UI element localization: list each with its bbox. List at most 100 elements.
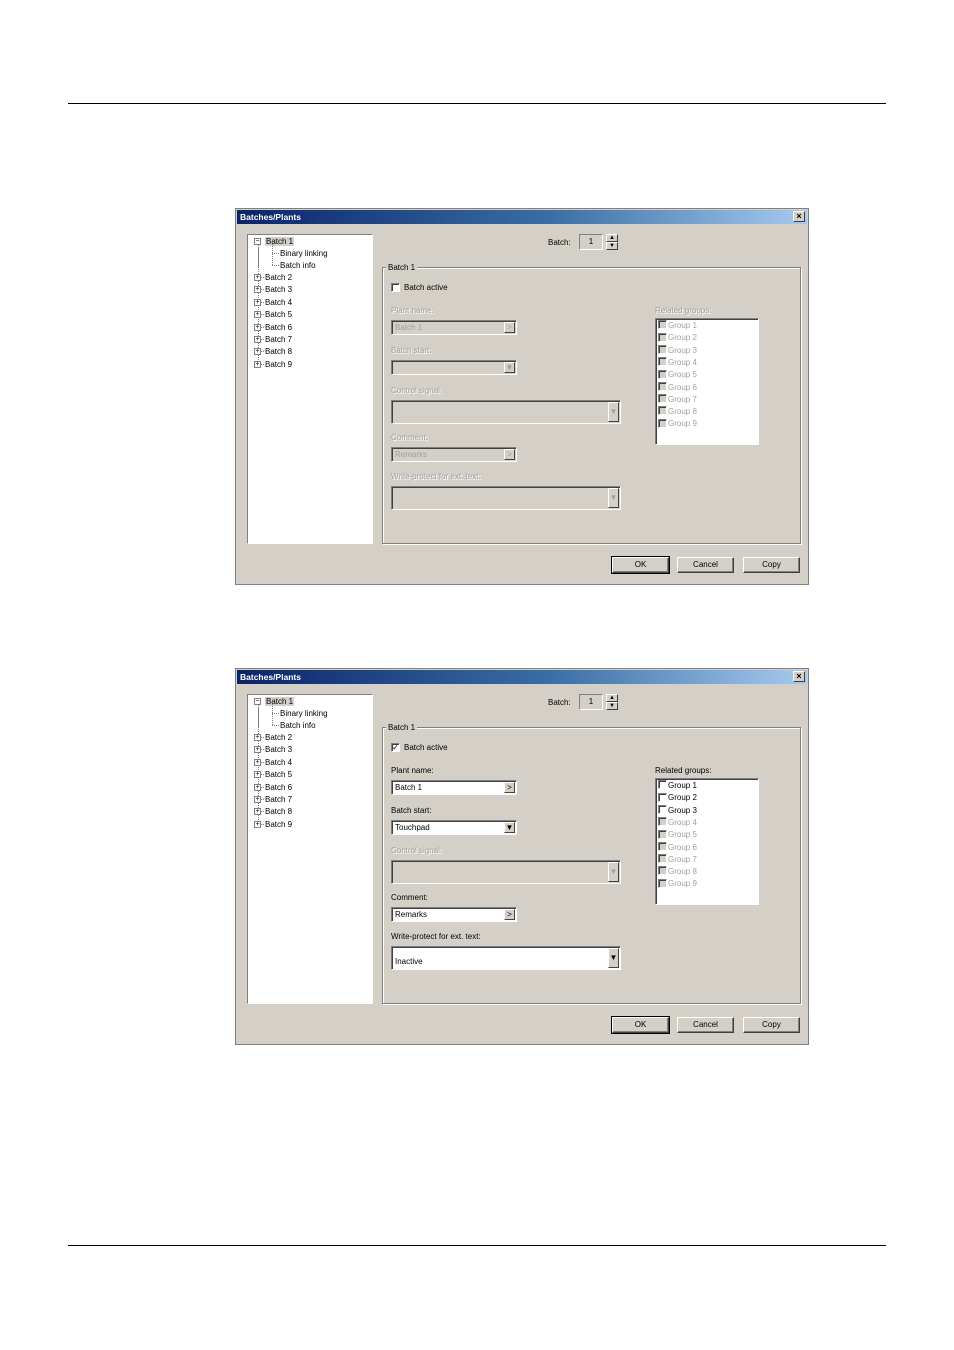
- expand-icon[interactable]: [254, 336, 261, 343]
- expand-icon[interactable]: [254, 820, 261, 828]
- group-item[interactable]: Group 1: [658, 320, 697, 332]
- expand-icon[interactable]: [254, 274, 261, 281]
- copy-button[interactable]: Copy: [743, 557, 800, 573]
- expand-icon[interactable]: [254, 323, 261, 331]
- group-checkbox[interactable]: [658, 406, 667, 416]
- group-item[interactable]: Group 7: [658, 394, 697, 406]
- expand-icon[interactable]: [254, 783, 261, 791]
- tree-item-batch-7[interactable]: Batch 7: [265, 334, 292, 345]
- batch-tree[interactable]: Batch 1Binary linkingBatch infoBatch 2Ba…: [247, 694, 373, 1004]
- group-checkbox[interactable]: [658, 418, 667, 428]
- expand-icon[interactable]: [254, 771, 261, 779]
- group-item[interactable]: Group 6: [658, 841, 697, 854]
- group-checkbox[interactable]: [658, 866, 667, 876]
- tree-item-batch-3[interactable]: Batch 3: [265, 284, 292, 295]
- group-checkbox[interactable]: [658, 780, 667, 790]
- ok-button[interactable]: OK: [611, 1016, 670, 1034]
- related-groups-list[interactable]: Group 1 Group 2 Group 3 Group 4 Group 5 Group…: [655, 318, 759, 445]
- group-checkbox[interactable]: [658, 332, 667, 342]
- tree-item-batch-2[interactable]: Batch 2: [265, 732, 292, 743]
- ok-button[interactable]: OK: [611, 556, 670, 574]
- group-checkbox[interactable]: [658, 320, 667, 330]
- group-item[interactable]: Group 2: [658, 332, 697, 344]
- comment-field[interactable]: Remarks >: [391, 907, 517, 922]
- tree-item-binary-linking[interactable]: Binary linking: [280, 708, 328, 719]
- tree-item-batch-1[interactable]: Batch 1: [265, 696, 295, 707]
- plant-name-button[interactable]: >: [504, 782, 515, 793]
- control-signal-field[interactable]: ▼: [391, 400, 621, 424]
- spinner-up-button[interactable]: ▲: [606, 694, 618, 702]
- control-signal-button[interactable]: ▼: [608, 402, 619, 422]
- tree-item-batch-2[interactable]: Batch 2: [265, 272, 292, 283]
- comment-field[interactable]: Remarks >: [391, 447, 517, 462]
- plant-name-field[interactable]: Batch 1 >: [391, 780, 517, 795]
- group-item[interactable]: Group 4: [658, 357, 697, 369]
- collapse-icon[interactable]: [254, 698, 261, 705]
- group-checkbox[interactable]: [658, 829, 667, 839]
- expand-icon[interactable]: [254, 808, 261, 816]
- group-item[interactable]: Group 6: [658, 381, 697, 394]
- write-protect-field[interactable]: ▼: [391, 486, 621, 510]
- expand-icon[interactable]: [254, 796, 261, 803]
- cancel-button[interactable]: Cancel: [677, 557, 734, 573]
- batch-start-button[interactable]: ▼: [504, 822, 515, 833]
- group-checkbox[interactable]: [658, 854, 667, 864]
- comment-button[interactable]: >: [504, 449, 515, 460]
- tree-item-batch-4[interactable]: Batch 4: [265, 297, 292, 308]
- group-checkbox[interactable]: [658, 841, 667, 851]
- collapse-icon[interactable]: [254, 238, 261, 245]
- cancel-button[interactable]: Cancel: [677, 1017, 734, 1033]
- tree-item-batch-9[interactable]: Batch 9: [265, 359, 292, 370]
- batch-start-field[interactable]: ▼: [391, 360, 517, 375]
- group-checkbox[interactable]: [658, 817, 667, 827]
- expand-icon[interactable]: [254, 348, 261, 356]
- tree-item-batch-8[interactable]: Batch 8: [265, 346, 292, 357]
- control-signal-button[interactable]: ▼: [608, 862, 619, 882]
- related-groups-list[interactable]: Group 1 Group 2 Group 3 Group 4 Group 5 Group…: [655, 778, 759, 905]
- batch-active-checkbox[interactable]: ✓: [391, 743, 400, 752]
- expand-icon[interactable]: [254, 746, 261, 754]
- expand-icon[interactable]: [254, 286, 261, 294]
- spinner-down-button[interactable]: ▼: [606, 702, 618, 710]
- batch-start-button[interactable]: ▼: [504, 362, 515, 373]
- group-item[interactable]: Group 9: [658, 878, 697, 890]
- copy-button[interactable]: Copy: [743, 1017, 800, 1033]
- tree-item-binary-linking[interactable]: Binary linking: [280, 248, 328, 259]
- batch-tree[interactable]: Batch 1Binary linkingBatch infoBatch 2Ba…: [247, 234, 373, 544]
- write-protect-field[interactable]: Inactive ▼: [391, 946, 621, 970]
- batch-active-checkbox[interactable]: [391, 283, 400, 292]
- group-item[interactable]: Group 2: [658, 792, 697, 804]
- group-checkbox[interactable]: [658, 804, 667, 814]
- tree-item-batch-3[interactable]: Batch 3: [265, 744, 292, 755]
- group-item[interactable]: Group 8: [658, 866, 697, 878]
- tree-item-batch-info[interactable]: Batch info: [280, 260, 316, 271]
- tree-item-batch-info[interactable]: Batch info: [280, 720, 316, 731]
- spinner-down-button[interactable]: ▼: [606, 242, 618, 250]
- expand-icon[interactable]: [254, 758, 261, 766]
- group-checkbox[interactable]: [658, 381, 667, 391]
- tree-item-batch-7[interactable]: Batch 7: [265, 794, 292, 805]
- group-item[interactable]: Group 9: [658, 418, 697, 430]
- close-button[interactable]: ×: [793, 671, 805, 682]
- plant-name-field[interactable]: Batch 1 >: [391, 320, 517, 335]
- write-protect-button[interactable]: ▼: [608, 948, 619, 968]
- plant-name-button[interactable]: >: [504, 322, 515, 333]
- group-checkbox[interactable]: [658, 357, 667, 367]
- group-item[interactable]: Group 3: [658, 804, 697, 817]
- group-item[interactable]: Group 1: [658, 780, 697, 792]
- control-signal-field[interactable]: ▼: [391, 860, 621, 884]
- tree-item-batch-6[interactable]: Batch 6: [265, 322, 292, 333]
- group-item[interactable]: Group 7: [658, 854, 697, 866]
- spinner-up-button[interactable]: ▲: [606, 234, 618, 242]
- batch-active-label[interactable]: Batch active: [404, 743, 448, 752]
- tree-item-batch-4[interactable]: Batch 4: [265, 757, 292, 768]
- group-checkbox[interactable]: [658, 344, 667, 354]
- expand-icon[interactable]: [254, 734, 261, 741]
- tree-item-batch-6[interactable]: Batch 6: [265, 782, 292, 793]
- group-item[interactable]: Group 8: [658, 406, 697, 418]
- batch-active-label[interactable]: Batch active: [404, 283, 448, 292]
- group-checkbox[interactable]: [658, 878, 667, 888]
- batch-spinner-input[interactable]: 1: [579, 234, 603, 250]
- batch-spinner-input[interactable]: 1: [579, 694, 603, 710]
- group-checkbox[interactable]: [658, 792, 667, 802]
